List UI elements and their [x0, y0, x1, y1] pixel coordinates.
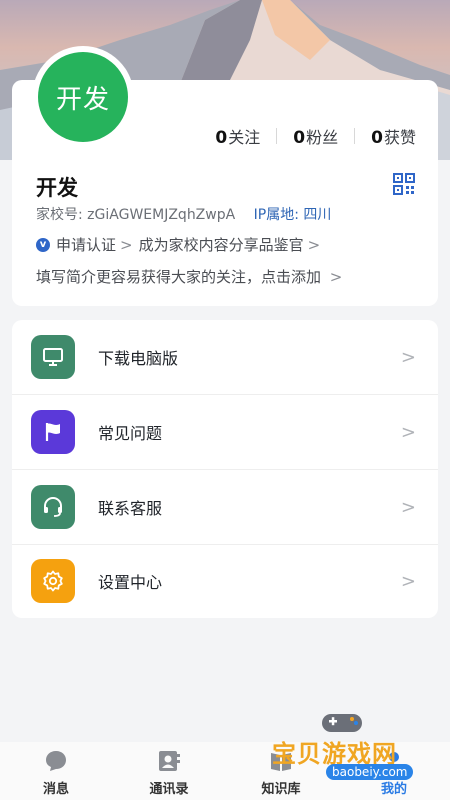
menu-item-label: 下载电脑版	[98, 349, 179, 368]
avatar[interactable]: 开发	[38, 52, 128, 142]
profile-meta: 家校号: zGiAGWEMJZqhZwpA IP属地: 四川	[36, 204, 331, 224]
add-intro-link[interactable]: 填写简介更容易获得大家的关注，点击添加 >	[36, 266, 348, 287]
chevron-right-icon: >	[329, 268, 343, 286]
stat-divider	[354, 128, 356, 144]
stat-following[interactable]: 0关注	[215, 124, 260, 148]
chevron-right-icon: >	[120, 235, 133, 254]
flag-icon	[31, 410, 75, 454]
profile-stats: 0关注 0粉丝 0获赞	[215, 124, 416, 148]
stat-count: 0	[293, 128, 306, 148]
menu-item-contact-support[interactable]: 联系客服 >	[12, 470, 438, 544]
ip-label: IP属地:	[253, 207, 299, 223]
menu-item-label: 联系客服	[98, 499, 163, 518]
stat-followers[interactable]: 0粉丝	[293, 124, 338, 148]
become-curator-link[interactable]: 成为家校内容分享品鉴官	[139, 234, 304, 255]
stat-label: 粉丝	[306, 128, 339, 147]
gear-icon	[31, 559, 75, 603]
stat-likes[interactable]: 0获赞	[371, 124, 416, 148]
menu-item-label: 常见问题	[98, 424, 163, 443]
avatar-text: 开发	[55, 84, 110, 115]
gamepad-icon	[322, 714, 362, 732]
headset-icon	[31, 485, 75, 529]
stat-label: 获赞	[383, 128, 416, 147]
watermark-logo: 宝贝游戏网 baobeiy.com	[272, 706, 422, 796]
menu-item-download-desktop[interactable]: 下载电脑版 >	[12, 320, 438, 394]
monitor-icon	[31, 335, 75, 379]
menu-item-faq[interactable]: 常见问题 >	[12, 395, 438, 469]
school-id: zGiAGWEMJZqhZwpA	[87, 207, 236, 223]
contacts-icon	[159, 751, 180, 771]
chevron-right-icon: >	[400, 346, 416, 368]
apply-verify-link[interactable]: 申请认证	[56, 234, 116, 255]
tab-label: 通讯录	[149, 782, 189, 797]
chevron-right-icon: >	[400, 421, 416, 443]
qr-code-icon[interactable]	[393, 173, 415, 195]
verify-badge-icon: v	[36, 237, 50, 252]
watermark-url: baobeiy.com	[326, 764, 414, 780]
stat-label: 关注	[228, 128, 261, 147]
profile-name: 开发	[36, 176, 78, 200]
menu-item-settings[interactable]: 设置中心 >	[12, 544, 438, 618]
ip-location: IP属地: 四川	[254, 207, 332, 223]
intro-text: 填写简介更容易获得大家的关注，点击添加	[36, 268, 322, 286]
school-id-label: 家校号:	[36, 207, 83, 223]
verify-row: v 申请认证 > 成为家校内容分享品鉴官 >	[36, 234, 326, 255]
menu-item-label: 设置中心	[98, 573, 163, 592]
stat-count: 0	[215, 128, 228, 148]
tab-messages[interactable]: 消息	[16, 742, 96, 800]
chevron-right-icon: >	[400, 570, 416, 592]
chevron-right-icon: >	[400, 496, 416, 518]
chevron-right-icon: >	[307, 235, 321, 254]
tab-contacts[interactable]: 通讯录	[129, 742, 209, 800]
ip-value: 四川	[303, 207, 332, 223]
menu-card: 下载电脑版 > 常见问题 > 联系客服 > 设置中心 >	[12, 320, 438, 618]
stat-divider	[276, 128, 278, 144]
chat-icon	[46, 751, 66, 771]
tab-label: 消息	[42, 782, 69, 797]
stat-count: 0	[371, 128, 383, 148]
